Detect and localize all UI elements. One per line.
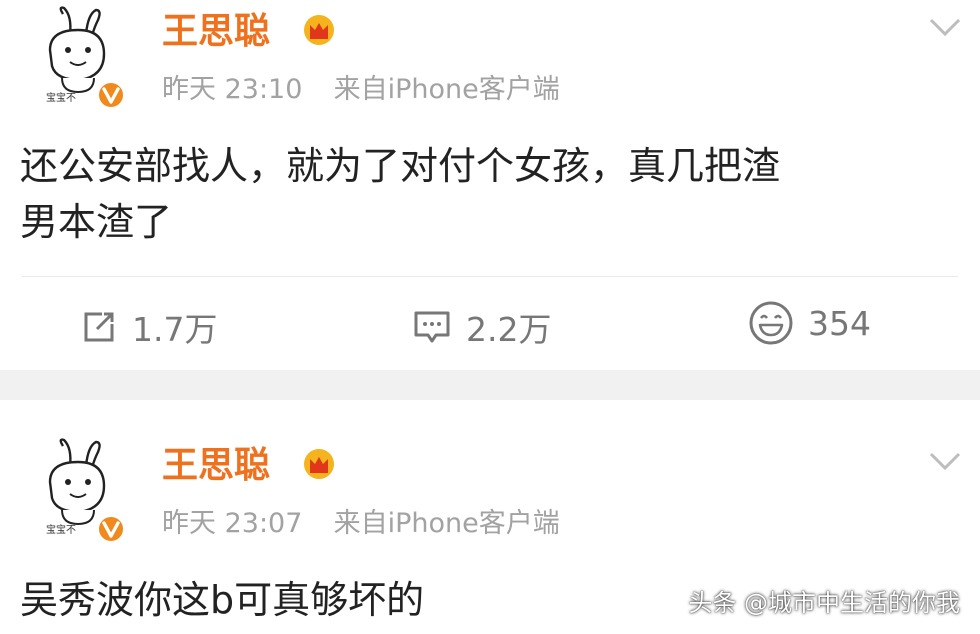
post-meta: 昨天 23:07 来自iPhone客户端 bbox=[162, 508, 560, 540]
avatar-badge-text: 宝宝不 bbox=[46, 523, 76, 534]
comment-button[interactable]: 2.2万 bbox=[412, 303, 551, 351]
repost-button[interactable]: 1.7万 bbox=[80, 303, 217, 351]
repost-icon bbox=[84, 312, 114, 342]
post-time: 昨天 23:10 bbox=[162, 74, 303, 105]
like-count: 354 bbox=[808, 303, 871, 343]
crown-icon bbox=[304, 15, 334, 45]
post-source: 来自iPhone客户端 bbox=[333, 508, 560, 539]
verified-v-icon bbox=[97, 81, 125, 109]
chevron-down-icon[interactable] bbox=[928, 16, 962, 38]
source-watermark: 头条 @城市中生活的你我 bbox=[688, 589, 960, 617]
repost-count: 1.7万 bbox=[132, 310, 218, 349]
feed-separator bbox=[0, 370, 980, 400]
avatar-badge-text: 宝宝不 bbox=[46, 91, 76, 102]
post-source: 来自iPhone客户端 bbox=[333, 74, 560, 105]
verified-v-icon bbox=[97, 515, 125, 543]
post-content: 还公安部找人，就为了对付个女孩，真几把渣 男本渣了 bbox=[20, 138, 960, 250]
comment-icon bbox=[414, 311, 450, 343]
comment-count: 2.2万 bbox=[466, 310, 552, 349]
username[interactable]: 王思聪 bbox=[162, 12, 270, 52]
like-button[interactable]: 354 bbox=[748, 300, 871, 346]
divider bbox=[22, 276, 958, 277]
post-content-line: 还公安部找人，就为了对付个女孩，真几把渣 bbox=[20, 144, 781, 188]
post-meta: 昨天 23:10 来自iPhone客户端 bbox=[162, 74, 560, 106]
crown-icon bbox=[304, 449, 334, 479]
post-content-line: 男本渣了 bbox=[20, 200, 173, 244]
like-smiley-icon bbox=[749, 301, 793, 345]
username[interactable]: 王思聪 bbox=[162, 446, 270, 486]
chevron-down-icon[interactable] bbox=[928, 450, 962, 472]
post-time: 昨天 23:07 bbox=[162, 508, 303, 539]
weibo-post-1: 宝宝不 王思聪 昨天 23:10 来自iPhone客户端 还公安部找人，就为了对… bbox=[0, 0, 980, 370]
